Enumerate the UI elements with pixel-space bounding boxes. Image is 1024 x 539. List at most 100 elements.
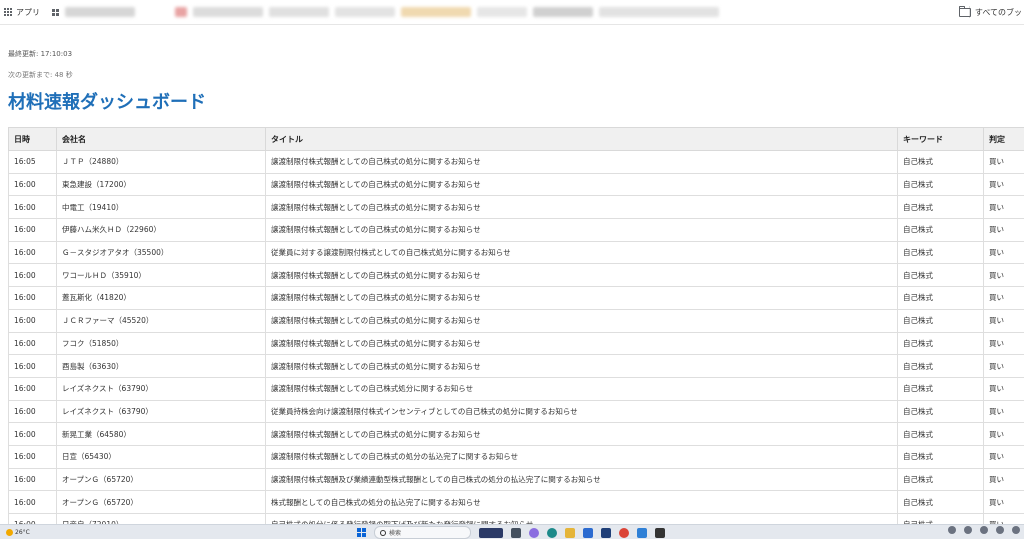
tray-chevron-icon[interactable]: [948, 526, 956, 534]
cell-keyword: 自己株式: [898, 355, 984, 378]
table-row: 16:00蓋瓦斯化（41820）譲渡制限付株式報酬としての自己株式の処分に関する…: [9, 287, 1024, 310]
search-placeholder: 検索: [389, 528, 401, 537]
bookmark-item[interactable]: [335, 7, 395, 17]
cell-judgment: 買い: [984, 355, 1024, 378]
table-row: 16:00東急建設（17200）譲渡制限付株式報酬としての自己株式の処分に関する…: [9, 173, 1024, 196]
terminal-icon[interactable]: [655, 528, 665, 538]
cell-keyword: 自己株式: [898, 491, 984, 514]
table-row: 16:00オープンＧ（65720）譲渡制限付株式報酬及び業績連動型株式報酬として…: [9, 468, 1024, 491]
chrome-icon[interactable]: [619, 528, 629, 538]
cell-judgment: 買い: [984, 309, 1024, 332]
cell-company: 蓋瓦斯化（41820）: [57, 287, 266, 310]
cell-company: 中電工（19410）: [57, 196, 266, 219]
cell-judgment: 買い: [984, 287, 1024, 310]
cell-company: 東急建設（17200）: [57, 173, 266, 196]
cell-judgment: 買い: [984, 219, 1024, 242]
table-row: 16:00オープンＧ（65720）株式報酬としての自己株式の処分の払込完了に関す…: [9, 491, 1024, 514]
cell-judgment: 買い: [984, 491, 1024, 514]
bookmark-item[interactable]: [175, 7, 187, 17]
cell-keyword: 自己株式: [898, 468, 984, 491]
task-view-icon[interactable]: [511, 528, 521, 538]
cell-company: 酉島製（63630）: [57, 355, 266, 378]
vscode-icon[interactable]: [637, 528, 647, 538]
cell-company: オープンＧ（65720）: [57, 468, 266, 491]
cell-title: 譲渡制限付株式報酬としての自己株式の処分に関するお知らせ: [266, 355, 898, 378]
cell-company: 日宣（65430）: [57, 445, 266, 468]
cell-title: 譲渡制限付株式報酬としての自己株式の処分に関するお知らせ: [266, 151, 898, 174]
tray-app-icon[interactable]: [980, 526, 988, 534]
cell-title: 譲渡制限付株式報酬としての自己株式の処分に関するお知らせ: [266, 309, 898, 332]
folder-app-icon[interactable]: [565, 528, 575, 538]
cell-company: オープンＧ（65720）: [57, 491, 266, 514]
cell-judgment: 買い: [984, 468, 1024, 491]
cell-company: Ｇ－スタジオアタオ（35500）: [57, 241, 266, 264]
cell-time: 16:05: [9, 151, 57, 174]
widget-icon[interactable]: [479, 528, 503, 538]
table-row: 16:00レイズネクスト（63790）譲渡制限付株式報酬としての自己株式処分に関…: [9, 377, 1024, 400]
bookmark-item[interactable]: [477, 7, 527, 17]
cell-keyword: 自己株式: [898, 400, 984, 423]
header-judgment: 判定: [984, 128, 1024, 151]
tray-app-icon[interactable]: [1012, 526, 1020, 534]
news-table: 日時 会社名 タイトル キーワード 判定 16:05ＪＴＰ（24880）譲渡制限…: [8, 127, 1024, 537]
tab-groups-icon[interactable]: [52, 9, 59, 16]
bookmark-item[interactable]: [401, 7, 471, 17]
taskbar: 26°C 検索: [0, 524, 1024, 539]
table-row: 16:00日宣（65430）譲渡制限付株式報酬としての自己株式の処分の払込完了に…: [9, 445, 1024, 468]
next-update-countdown: 次の更新まで: 48 秒: [8, 70, 73, 80]
cell-judgment: 買い: [984, 196, 1024, 219]
cell-judgment: 買い: [984, 400, 1024, 423]
store-icon[interactable]: [583, 528, 593, 538]
cell-title: 譲渡制限付株式報酬としての自己株式の処分に関するお知らせ: [266, 196, 898, 219]
header-company: 会社名: [57, 128, 266, 151]
cell-keyword: 自己株式: [898, 332, 984, 355]
cell-time: 16:00: [9, 377, 57, 400]
table-row: 16:00ＪＣＲファーマ（45520）譲渡制限付株式報酬としての自己株式の処分に…: [9, 309, 1024, 332]
apps-label[interactable]: アプリ: [16, 7, 40, 18]
cell-keyword: 自己株式: [898, 219, 984, 242]
cell-judgment: 買い: [984, 241, 1024, 264]
cell-title: 譲渡制限付株式報酬としての自己株式の処分に関するお知らせ: [266, 423, 898, 446]
edge-icon[interactable]: [547, 528, 557, 538]
all-bookmarks-button[interactable]: すべてのブッ: [959, 0, 1022, 24]
cell-company: 新晃工業（64580）: [57, 423, 266, 446]
copilot-icon[interactable]: [529, 528, 539, 538]
cell-time: 16:00: [9, 445, 57, 468]
table-row: 16:00中電工（19410）譲渡制限付株式報酬としての自己株式の処分に関するお…: [9, 196, 1024, 219]
cell-keyword: 自己株式: [898, 287, 984, 310]
page-title: 材料速報ダッシュボード: [8, 88, 206, 114]
cell-company: ワコールＨＤ（35910）: [57, 264, 266, 287]
taskbar-apps: 検索: [357, 526, 665, 539]
folder-icon: [959, 8, 971, 17]
bookmark-item[interactable]: [65, 7, 135, 17]
system-tray: [948, 526, 1020, 534]
cell-time: 16:00: [9, 196, 57, 219]
cell-keyword: 自己株式: [898, 377, 984, 400]
bookmark-item[interactable]: [599, 7, 719, 17]
cell-company: レイズネクスト（63790）: [57, 400, 266, 423]
cell-company: フコク（51850）: [57, 332, 266, 355]
bookmark-item[interactable]: [269, 7, 329, 17]
tray-app-icon[interactable]: [964, 526, 972, 534]
app-icon[interactable]: [601, 528, 611, 538]
bookmark-item[interactable]: [193, 7, 263, 17]
windows-start-icon[interactable]: [357, 528, 366, 537]
weather-widget[interactable]: 26°C: [6, 529, 30, 536]
apps-grid-icon[interactable]: [4, 8, 12, 16]
header-time: 日時: [9, 128, 57, 151]
table-header-row: 日時 会社名 タイトル キーワード 判定: [9, 128, 1024, 151]
last-update-text: 最終更新: 17:10:03: [8, 49, 72, 59]
cell-title: 譲渡制限付株式報酬としての自己株式の処分の払込完了に関するお知らせ: [266, 445, 898, 468]
table-row: 16:00新晃工業（64580）譲渡制限付株式報酬としての自己株式の処分に関する…: [9, 423, 1024, 446]
cell-keyword: 自己株式: [898, 309, 984, 332]
cell-judgment: 買い: [984, 423, 1024, 446]
bookmark-item[interactable]: [533, 7, 593, 17]
cell-time: 16:00: [9, 287, 57, 310]
cell-title: 譲渡制限付株式報酬としての自己株式処分に関するお知らせ: [266, 377, 898, 400]
all-bookmarks-label: すべてのブッ: [975, 7, 1022, 18]
taskbar-search[interactable]: 検索: [374, 526, 471, 539]
cell-time: 16:00: [9, 309, 57, 332]
tray-app-icon[interactable]: [996, 526, 1004, 534]
cell-judgment: 買い: [984, 173, 1024, 196]
cell-title: 譲渡制限付株式報酬としての自己株式の処分に関するお知らせ: [266, 287, 898, 310]
